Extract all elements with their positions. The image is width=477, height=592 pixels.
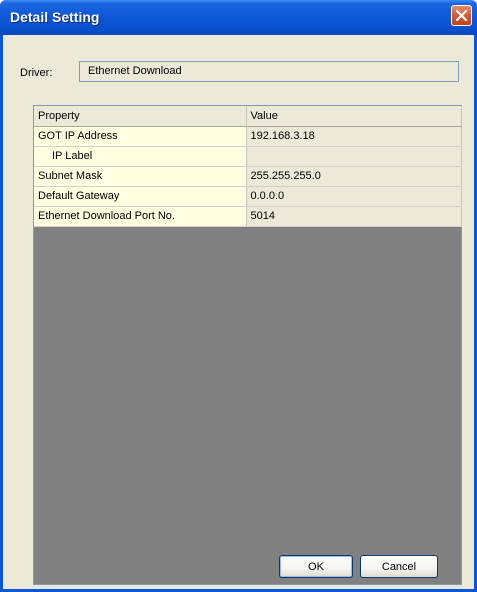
property-value-download-port[interactable]: 5014 (246, 206, 462, 227)
title-bar[interactable]: Detail Setting (0, 0, 477, 35)
property-table: Property Value GOT IP Address 192.168.3.… (34, 106, 462, 227)
property-value-got-ip-address[interactable]: 192.168.3.18 (246, 126, 462, 147)
column-header-property[interactable]: Property (34, 106, 247, 127)
table-row[interactable]: Subnet Mask 255.255.255.0 (34, 166, 462, 187)
driver-field: Ethernet Download (79, 61, 459, 82)
table-row[interactable]: GOT IP Address 192.168.3.18 (34, 126, 462, 147)
column-header-value[interactable]: Value (246, 106, 462, 127)
table-row[interactable]: Ethernet Download Port No. 5014 (34, 206, 462, 227)
property-value-subnet-mask[interactable]: 255.255.255.0 (246, 166, 462, 187)
table-row[interactable]: Default Gateway 0.0.0.0 (34, 186, 462, 207)
property-name-download-port: Ethernet Download Port No. (34, 206, 247, 227)
detail-setting-dialog: Detail Setting Driver: Ethernet Download… (0, 0, 477, 592)
dialog-title: Detail Setting (10, 9, 100, 25)
driver-label: Driver: (20, 67, 53, 79)
property-value-default-gateway[interactable]: 0.0.0.0 (246, 186, 462, 207)
property-value-ip-label[interactable] (246, 146, 462, 167)
close-icon (456, 10, 467, 21)
property-name-subnet-mask: Subnet Mask (34, 166, 247, 187)
close-button[interactable] (451, 5, 472, 26)
ok-button[interactable]: OK (279, 555, 353, 578)
table-header-row: Property Value (34, 106, 462, 127)
property-grid: Property Value GOT IP Address 192.168.3.… (33, 105, 462, 585)
table-row[interactable]: IP Label (34, 146, 462, 167)
cancel-button[interactable]: Cancel (360, 555, 438, 578)
dialog-body: Driver: Ethernet Download Property Value… (3, 35, 474, 589)
property-name-default-gateway: Default Gateway (34, 186, 247, 207)
property-name-got-ip-address: GOT IP Address (34, 126, 247, 147)
property-name-ip-label: IP Label (34, 146, 247, 167)
